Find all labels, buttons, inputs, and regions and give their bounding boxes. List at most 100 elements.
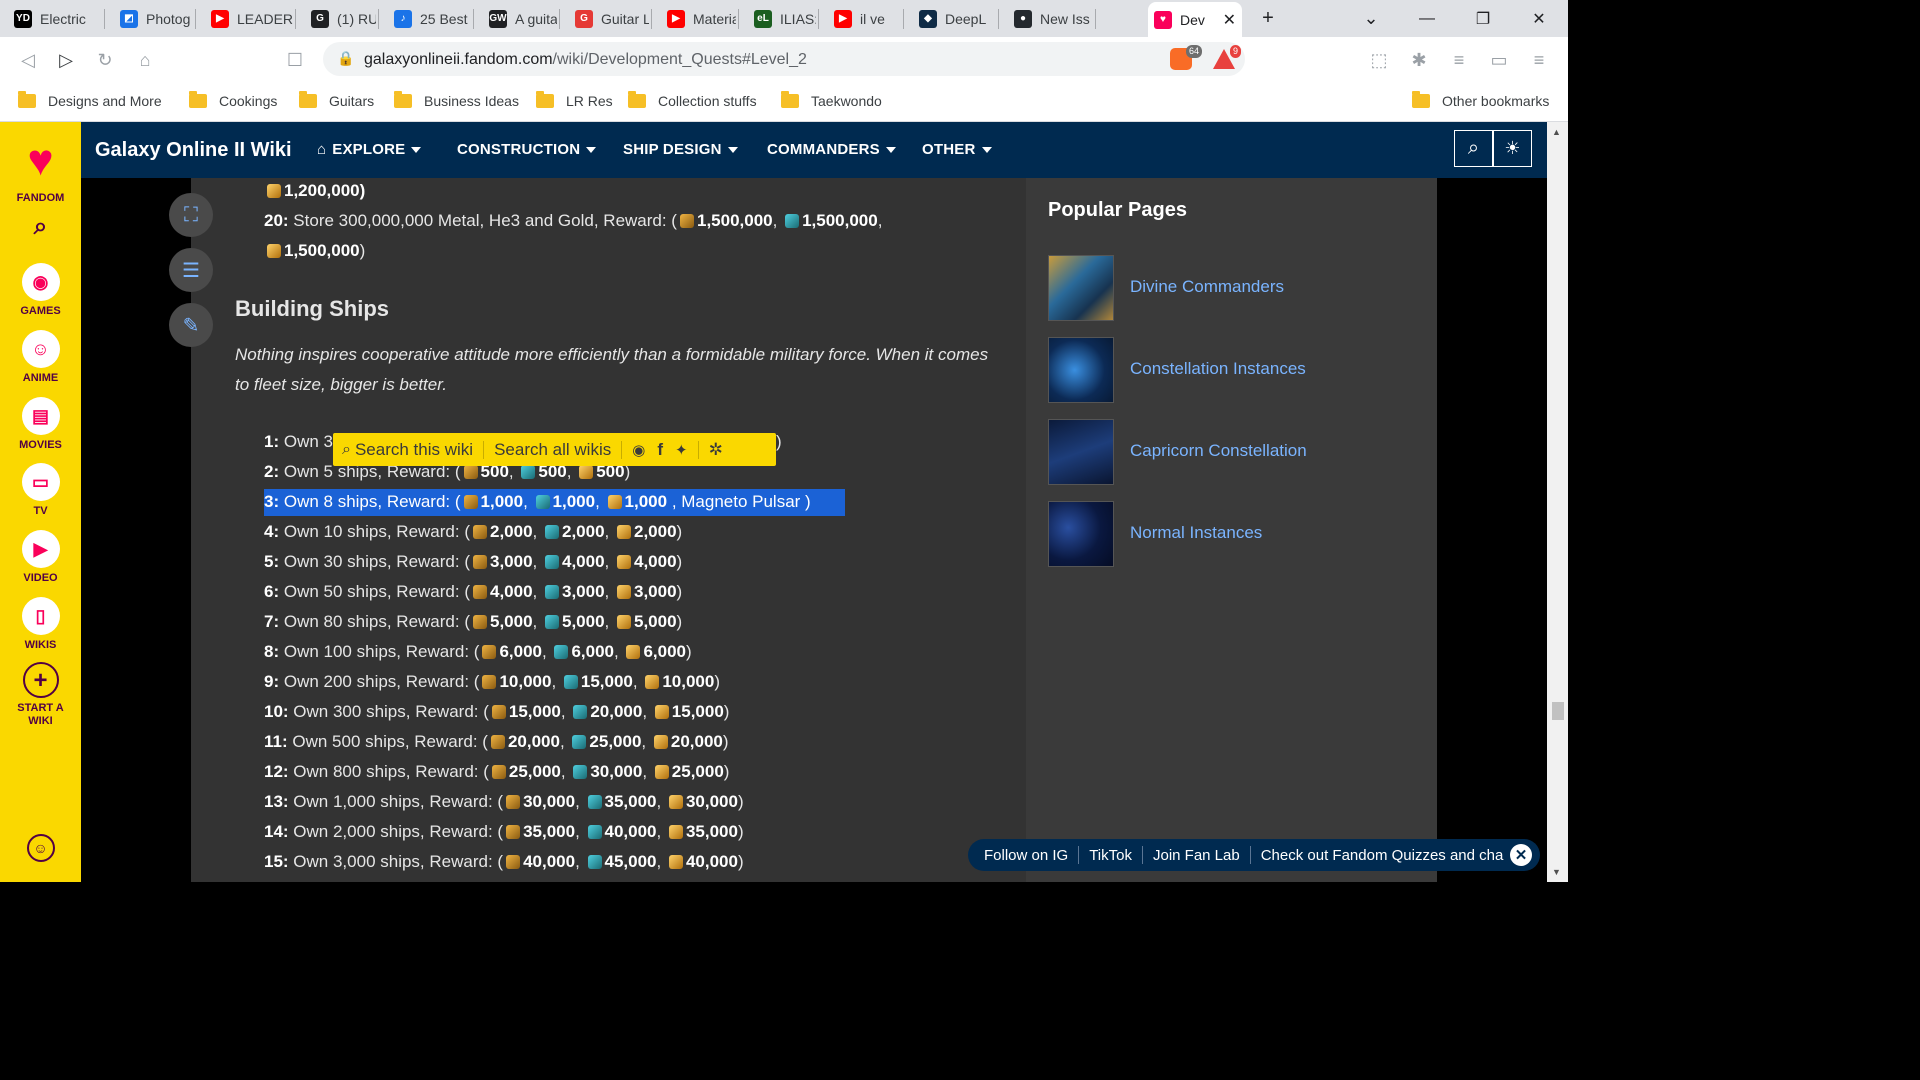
edit-button[interactable]: ✎ <box>169 303 213 347</box>
other-bookmarks[interactable]: Other bookmarks <box>1412 90 1549 112</box>
section-heading: Building Ships <box>235 296 389 321</box>
tab-gw[interactable]: GW A guitar <box>483 4 557 33</box>
fandom-nav-wikis[interactable]: ▯ WIKIS <box>0 597 81 652</box>
wiki-nav-construction[interactable]: CONSTRUCTION <box>457 141 597 158</box>
bookmark-folder[interactable]: Taekwondo <box>781 90 882 112</box>
wiki-nav-label: CONSTRUCTION <box>457 141 581 158</box>
table-of-contents-button[interactable]: ☰ <box>169 248 213 292</box>
maximize-icon[interactable]: ❐ <box>1455 0 1511 37</box>
popular-pages-title: Popular Pages <box>1048 199 1187 221</box>
tab-divider <box>295 9 296 29</box>
youtube-icon: ▶ <box>834 9 852 28</box>
bookmark-folder[interactable]: Designs and More <box>18 90 162 112</box>
minimize-icon[interactable]: — <box>1399 0 1455 37</box>
bookmark-icon[interactable]: ☐ <box>280 45 310 75</box>
list-item: 4: Own 10 ships, Reward: (2,000, 2,000, … <box>264 522 683 541</box>
bookmark-folder[interactable]: Guitars <box>299 90 374 112</box>
reload-icon[interactable]: ↻ <box>90 45 120 75</box>
tab-g[interactable]: G (1) RUN <box>305 4 376 33</box>
fandom-nav-video[interactable]: ▶ VIDEO <box>0 530 81 585</box>
promo-fan-lab[interactable]: Join Fan Lab <box>1153 847 1240 864</box>
theme-toggle-button[interactable]: ☀ <box>1493 130 1532 167</box>
scroll-down-icon[interactable]: ▼ <box>1552 867 1561 877</box>
tab-search-icon[interactable]: ⌄ <box>1343 0 1399 37</box>
translate-icon[interactable]: ⬚ <box>1364 45 1394 75</box>
fandom-logo[interactable]: ♥ FANDOM <box>0 134 81 205</box>
search-icon: ⌕ <box>342 440 351 458</box>
promo-tiktok[interactable]: TikTok <box>1089 847 1132 864</box>
scrollbar-thumb[interactable] <box>1552 702 1564 720</box>
playlist-icon[interactable]: ≡ <box>1444 45 1474 75</box>
promo-close-button[interactable]: ✕ <box>1510 844 1532 866</box>
promo-follow-ig[interactable]: Follow on IG <box>984 847 1068 864</box>
bookmark-label: Guitars <box>329 93 375 109</box>
popular-page-thumbnail[interactable] <box>1048 255 1114 321</box>
menu-icon[interactable]: ≡ <box>1524 45 1554 75</box>
wiki-nav-other[interactable]: OTHER <box>922 141 992 158</box>
fandom-nav-movies[interactable]: ▤ MOVIES <box>0 397 81 452</box>
wiki-title[interactable]: Galaxy Online II Wiki <box>95 139 292 162</box>
bookmark-folder[interactable]: Collection stuffs <box>628 90 757 112</box>
fandom-nav-start-a-wiki[interactable]: + START A WIKI <box>0 662 81 728</box>
fandom-icon: ♥ <box>1154 10 1172 29</box>
search-this-wiki-button[interactable]: Search this wiki <box>355 440 473 460</box>
yd-icon: YD <box>14 9 32 28</box>
tab-guitar[interactable]: ♪ 25 Best <box>388 4 471 33</box>
wallet-icon[interactable]: ▭ <box>1484 45 1514 75</box>
tab-photo[interactable]: ◩ Photog <box>114 4 193 33</box>
forward-icon[interactable]: ▷ <box>51 45 81 75</box>
wiki-nav-commanders[interactable]: COMMANDERS <box>767 141 896 158</box>
bookmark-folder[interactable]: Cookings <box>189 90 277 112</box>
tab-divider <box>903 9 904 29</box>
scroll-up-icon[interactable]: ▲ <box>1552 127 1561 137</box>
address-bar[interactable]: 🔒 galaxyonlineii.fandom.com/wiki/Develop… <box>323 42 1245 76</box>
home-icon[interactable]: ⌂ <box>130 45 160 75</box>
fullscreen-button[interactable]: ⛶ <box>169 193 213 237</box>
extensions-icon[interactable]: ✱ <box>1404 45 1434 75</box>
back-icon[interactable]: ◁ <box>13 45 43 75</box>
folder-icon <box>781 91 799 108</box>
tab-elearning[interactable]: eL ILIAS: R <box>748 4 816 33</box>
settings-icon[interactable]: ✲ <box>709 440 723 460</box>
new-tab-icon[interactable]: + <box>1240 0 1296 37</box>
fandom-search-button[interactable]: ⌕ <box>0 215 81 239</box>
tab-deepl[interactable]: ◆ DeepL <box>913 4 996 33</box>
wiki-nav-ship-design[interactable]: SHIP DESIGN <box>623 141 738 158</box>
tab-youtube[interactable]: ▶ il ve <box>828 4 901 33</box>
he3-icon <box>544 615 559 629</box>
wiki-nav-explore[interactable]: ⌂ EXPLORE <box>317 141 422 158</box>
facebook-icon[interactable]: f <box>657 440 663 460</box>
tab-yd[interactable]: YD Electric <box>8 4 102 33</box>
list-item: 14: Own 2,000 ships, Reward: (35,000, 40… <box>264 822 744 841</box>
user-account-button[interactable]: ☺ <box>0 834 81 862</box>
gold-icon <box>616 555 631 569</box>
bookmark-folder[interactable]: LR Res <box>536 90 613 112</box>
tab-github[interactable]: ● New Iss <box>1008 4 1093 33</box>
popular-page-link[interactable]: Constellation Instances <box>1130 359 1306 379</box>
twitter-icon[interactable]: ✦ <box>675 441 688 459</box>
bookmark-folder[interactable]: Business Ideas <box>394 90 519 112</box>
tab-youtube[interactable]: ▶ LEADER <box>205 4 293 33</box>
tab-youtube[interactable]: ▶ Materia <box>661 4 736 33</box>
popular-page-link[interactable]: Divine Commanders <box>1130 277 1284 297</box>
wiki-search-button[interactable]: ⌕ <box>1454 130 1493 167</box>
popular-page-link[interactable]: Normal Instances <box>1130 523 1262 543</box>
fandom-nav-anime[interactable]: ☺ ANIME <box>0 330 81 385</box>
popular-page-link[interactable]: Capricorn Constellation <box>1130 441 1307 461</box>
popular-page-thumbnail[interactable] <box>1048 419 1114 485</box>
promo-quizzes[interactable]: Check out Fandom Quizzes and cha <box>1261 847 1504 864</box>
close-window-icon[interactable]: ✕ <box>1511 0 1567 37</box>
fandom-nav-games[interactable]: ◉ GAMES <box>0 263 81 318</box>
reddit-icon[interactable]: ◉ <box>632 441 645 459</box>
tab-fandom[interactable]: ♥ Dev ✕ <box>1148 2 1242 37</box>
popular-page-thumbnail[interactable] <box>1048 501 1114 567</box>
search-all-wikis-button[interactable]: Search all wikis <box>494 440 611 460</box>
close-tab-icon[interactable]: ✕ <box>1217 10 1236 30</box>
page-scrollbar[interactable]: ▲ ▼ <box>1547 122 1568 882</box>
gold-icon <box>654 765 669 779</box>
fandom-promo-bar: Follow on IG TikTok Join Fan Lab Check o… <box>968 839 1540 871</box>
list-item: 15: Own 3,000 ships, Reward: (40,000, 45… <box>264 852 744 871</box>
popular-page-thumbnail[interactable] <box>1048 337 1114 403</box>
fandom-nav-tv[interactable]: ▭ TV <box>0 463 81 518</box>
tab-g-red[interactable]: G Guitar L <box>569 4 649 33</box>
